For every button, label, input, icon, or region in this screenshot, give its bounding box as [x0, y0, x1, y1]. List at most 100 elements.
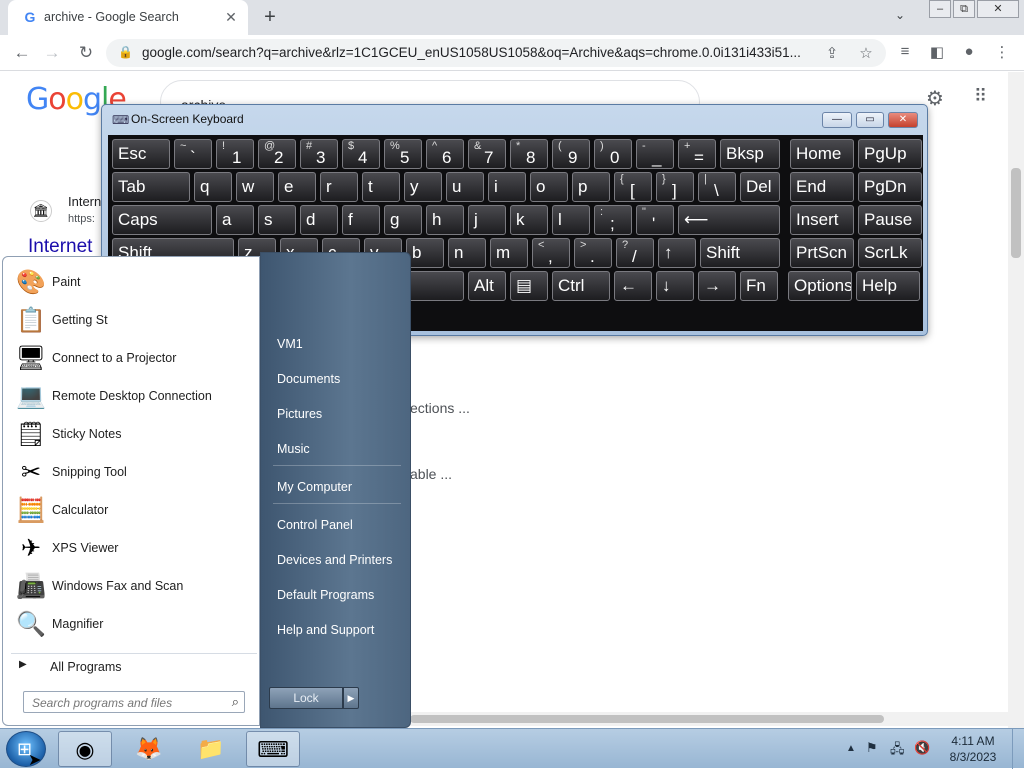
key-1[interactable]: ! 1: [216, 139, 254, 169]
lock-button[interactable]: Lock: [269, 687, 343, 709]
start-place-item[interactable]: Control Panel: [277, 518, 353, 532]
forward-button[interactable]: →: [40, 41, 64, 65]
key-u[interactable]: u: [446, 172, 484, 202]
minimize-button[interactable]: –: [929, 0, 951, 18]
restore-button[interactable]: ⧉: [953, 0, 975, 18]
osk-minimize-button[interactable]: —: [822, 112, 852, 128]
key-symbol[interactable]: | \: [698, 172, 736, 202]
key-7[interactable]: & 7: [468, 139, 506, 169]
start-place-item[interactable]: Default Programs: [277, 588, 374, 602]
start-search-input[interactable]: Search programs and files ⌕: [23, 691, 245, 713]
key-6[interactable]: ^ 6: [426, 139, 464, 169]
key-pgup[interactable]: PgUp: [858, 139, 922, 169]
start-program-item[interactable]: 🎨 Paint: [11, 265, 257, 301]
taskbar-osk-button[interactable]: ⌨: [246, 731, 300, 767]
key-symbol[interactable]: ↑: [658, 238, 696, 268]
key-g[interactable]: g: [384, 205, 422, 235]
start-place-item[interactable]: Pictures: [277, 407, 322, 421]
key-8[interactable]: * 8: [510, 139, 548, 169]
key-f[interactable]: f: [342, 205, 380, 235]
key-tab[interactable]: Tab: [112, 172, 190, 202]
key-symbol[interactable]: ←: [614, 271, 652, 301]
vertical-scrollbar[interactable]: [1008, 72, 1024, 728]
start-program-item[interactable]: 📋 Getting St: [11, 303, 257, 339]
key-q[interactable]: q: [194, 172, 232, 202]
taskbar-explorer-button[interactable]: 📁: [184, 731, 238, 767]
key-symbol[interactable]: }]: [656, 172, 694, 202]
lock-icon[interactable]: 🔒: [118, 45, 133, 59]
system-clock[interactable]: 4:11 AM 8/3/2023: [942, 733, 1004, 765]
start-program-item[interactable]: ✈ XPS Viewer: [11, 531, 257, 567]
key-w[interactable]: w: [236, 172, 274, 202]
osk-maximize-button[interactable]: ▭: [856, 112, 884, 128]
key-options[interactable]: Options: [788, 271, 852, 301]
key-n[interactable]: n: [448, 238, 486, 268]
show-desktop-button[interactable]: [1012, 729, 1024, 769]
key-symbol[interactable]: ? /: [616, 238, 654, 268]
key-shift[interactable]: Shift: [700, 238, 780, 268]
key-end[interactable]: End: [790, 172, 854, 202]
scroll-thumb[interactable]: [410, 715, 884, 723]
side-panel-icon[interactable]: ◧: [927, 43, 947, 61]
settings-gear-icon[interactable]: ⚙: [926, 86, 944, 111]
key-j[interactable]: j: [468, 205, 506, 235]
key-l[interactable]: l: [552, 205, 590, 235]
key-symbol[interactable]: {[: [614, 172, 652, 202]
start-program-item[interactable]: 🗒 Sticky Notes: [11, 417, 257, 453]
key-t[interactable]: t: [362, 172, 400, 202]
start-program-item[interactable]: 📠 Windows Fax and Scan: [11, 569, 257, 605]
key-symbol[interactable]: " ': [636, 205, 674, 235]
show-hidden-icons[interactable]: ▲: [846, 743, 856, 754]
key-home[interactable]: Home: [790, 139, 854, 169]
tab-close-icon[interactable]: ✕: [222, 8, 240, 26]
key-2[interactable]: @2: [258, 139, 296, 169]
action-center-icon[interactable]: ⚑: [866, 740, 878, 756]
result-url[interactable]: https:: [68, 213, 95, 225]
key-pause[interactable]: Pause: [858, 205, 922, 235]
tab-search-icon[interactable]: ⌄: [895, 8, 905, 22]
key-symbol[interactable]: <,: [532, 238, 570, 268]
key-y[interactable]: y: [404, 172, 442, 202]
start-place-item[interactable]: My Computer: [277, 480, 352, 494]
key-r[interactable]: r: [320, 172, 358, 202]
key-caps[interactable]: Caps: [112, 205, 212, 235]
key-symbol[interactable]: →: [698, 271, 736, 301]
key-ctrl[interactable]: Ctrl: [552, 271, 610, 301]
key-pgdn[interactable]: PgDn: [858, 172, 922, 202]
key-scrlk[interactable]: ScrLk: [858, 238, 922, 268]
horizontal-scrollbar[interactable]: [410, 712, 1008, 726]
key-symbol[interactable]: ▤: [510, 271, 548, 301]
key-symbol[interactable]: - _: [636, 139, 674, 169]
new-tab-button[interactable]: +: [258, 5, 282, 29]
share-icon[interactable]: ⇪: [822, 44, 842, 62]
key-help[interactable]: Help: [856, 271, 920, 301]
key-symbol[interactable]: >.: [574, 238, 612, 268]
start-program-item[interactable]: 🖥 Connect to a Projector: [11, 341, 257, 377]
key-3[interactable]: #3: [300, 139, 338, 169]
search-icon[interactable]: ⌕: [232, 694, 239, 710]
osk-close-button[interactable]: ✕: [888, 112, 918, 128]
start-program-item[interactable]: ✂ Snipping Tool: [11, 455, 257, 491]
key-symbol[interactable]: ↓: [656, 271, 694, 301]
start-place-item[interactable]: Help and Support: [277, 623, 374, 637]
key-m[interactable]: m: [490, 238, 528, 268]
google-apps-icon[interactable]: ⠿: [974, 86, 987, 107]
reload-button[interactable]: ↻: [74, 41, 98, 65]
start-program-item[interactable]: 💻 Remote Desktop Connection: [11, 379, 257, 415]
power-options-arrow-icon[interactable]: ▶: [343, 687, 359, 709]
all-programs-button[interactable]: ▶ All Programs: [11, 653, 257, 677]
key-symbol[interactable]: ⟵: [678, 205, 780, 235]
start-place-item[interactable]: Devices and Printers: [277, 553, 392, 567]
start-place-item[interactable]: VM1: [277, 337, 303, 351]
bookmark-star-icon[interactable]: ☆: [856, 44, 876, 62]
start-place-item[interactable]: Music: [277, 442, 310, 456]
key-a[interactable]: a: [216, 205, 254, 235]
key-9[interactable]: (9: [552, 139, 590, 169]
key-0[interactable]: ) 0: [594, 139, 632, 169]
browser-tab[interactable]: G archive - Google Search ✕: [8, 0, 248, 35]
result-site-name[interactable]: Intern: [68, 194, 101, 209]
start-program-item[interactable]: 🔍 Magnifier: [11, 607, 257, 643]
taskbar-chrome-button[interactable]: ◉: [58, 731, 112, 767]
key-b[interactable]: b: [406, 238, 444, 268]
back-button[interactable]: ←: [10, 41, 34, 65]
